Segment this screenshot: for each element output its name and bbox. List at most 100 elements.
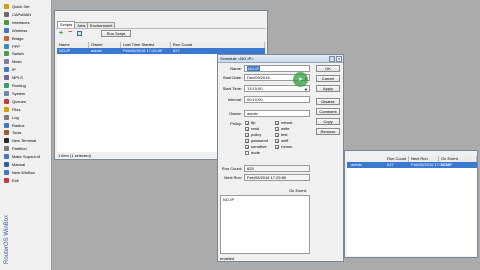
sidebar-item-label: New Terminal bbox=[12, 138, 37, 144]
cancel-button[interactable]: Cancel bbox=[316, 75, 340, 82]
sidebar-item-label: CAPsMAN bbox=[12, 11, 32, 17]
sidebar-item-queues[interactable]: Queues bbox=[0, 98, 52, 105]
sidebar-item-ppp[interactable]: PPP bbox=[0, 43, 52, 50]
routing-icon bbox=[4, 83, 9, 88]
winbox-brand-logo: RouterOS WinBox bbox=[2, 138, 10, 266]
sidebar-item-label: MPLS bbox=[12, 75, 23, 81]
wireless-icon bbox=[4, 27, 9, 33]
ip-icon bbox=[4, 67, 9, 73]
interval-label: Interval: bbox=[227, 97, 242, 102]
policy-read-checkbox[interactable]: ✓ read bbox=[245, 126, 259, 131]
close-icon[interactable]: × bbox=[336, 56, 342, 62]
next-run-field: Feb/05/2016 17:25:50 bbox=[244, 174, 310, 181]
policy-dude-checkbox[interactable]: dude bbox=[245, 150, 260, 155]
sidebar-item-routing[interactable]: Routing bbox=[0, 82, 52, 89]
name-value: NO-IP bbox=[247, 66, 261, 71]
policy-write-checkbox[interactable]: ✓ write bbox=[275, 126, 289, 131]
policy-romon-checkbox[interactable]: ✓ romon bbox=[275, 144, 292, 149]
ppp-icon bbox=[4, 43, 9, 49]
brand-text: RouterOS WinBox bbox=[4, 215, 10, 264]
policy-ftp-checkbox[interactable]: ✓ ftp bbox=[245, 120, 255, 125]
start-time-label: Start Time: bbox=[222, 86, 242, 91]
sidebar-item-label: Make Supout.rif bbox=[12, 154, 41, 160]
sidebar-item-label: Log bbox=[12, 114, 19, 120]
mouse-cursor-icon: ➤ bbox=[298, 77, 304, 83]
sidebar-item-label: Mesh bbox=[12, 59, 22, 65]
time-dropdown-icon[interactable]: ▼ bbox=[304, 87, 308, 92]
filter-icon[interactable] bbox=[77, 31, 82, 36]
sidebar-item-capsman[interactable]: CAPsMAN bbox=[0, 11, 52, 18]
sidebar-item-bridge[interactable]: Bridge bbox=[0, 35, 52, 42]
sidebar-item-label: Queues bbox=[12, 98, 27, 104]
sidebar-item-quick-set[interactable]: Quick Set bbox=[0, 3, 52, 10]
sidebar-item-label: Tools bbox=[12, 130, 22, 136]
name-field[interactable]: NO-IP bbox=[244, 65, 310, 72]
queues-icon bbox=[4, 98, 9, 104]
status-text: enabled bbox=[220, 256, 235, 261]
system-icon bbox=[4, 90, 9, 96]
remove-icon[interactable]: − bbox=[68, 29, 75, 37]
sidebar-item-label: System bbox=[12, 90, 26, 96]
start-date-label: Start Date: bbox=[222, 75, 242, 80]
sidebar-item-label: Partition bbox=[12, 146, 27, 152]
comment-button[interactable]: Comment bbox=[316, 108, 340, 115]
apply-button[interactable]: Apply bbox=[316, 85, 340, 92]
dialog-title: Schedule <NO-IP> bbox=[220, 56, 254, 61]
sidebar-item-files[interactable]: Files bbox=[0, 106, 52, 113]
disable-button[interactable]: Disable bbox=[316, 98, 340, 105]
policy-reboot-checkbox[interactable]: ✓ reboot bbox=[275, 120, 292, 125]
sidebar-item-tools[interactable]: Tools bbox=[0, 129, 52, 136]
policy-label: Policy: bbox=[230, 121, 242, 126]
sidebar-item-label: Wireless bbox=[12, 27, 28, 33]
ok-button[interactable]: OK bbox=[316, 65, 340, 72]
log-icon bbox=[4, 114, 9, 120]
sidebar-item-radius[interactable]: Radius bbox=[0, 122, 52, 129]
mesh-icon bbox=[4, 59, 9, 65]
sidebar-item-label: Interfaces bbox=[12, 19, 30, 25]
maximize-icon[interactable]: □ bbox=[329, 56, 335, 62]
owner-label: Owner: bbox=[229, 111, 242, 116]
interfaces-icon bbox=[4, 19, 9, 25]
policy-password-checkbox[interactable]: ✓ password bbox=[245, 138, 268, 143]
sidebar-item-log[interactable]: Log bbox=[0, 114, 52, 121]
tools-icon bbox=[4, 130, 9, 136]
next-run-label: Next Run: bbox=[224, 175, 242, 180]
sidebar-item-label: Switch bbox=[12, 51, 24, 57]
policy-sniff-checkbox[interactable]: ✓ sniff bbox=[275, 138, 288, 143]
sidebar-item-switch[interactable]: Switch bbox=[0, 50, 52, 57]
owner-field[interactable]: admin bbox=[244, 110, 310, 117]
sidebar-item-interfaces[interactable]: Interfaces bbox=[0, 19, 52, 26]
add-icon[interactable]: + bbox=[59, 30, 66, 37]
sidebar-item-label: New WinBox bbox=[12, 169, 35, 175]
script-list-window: Run Count Next Run On Event admin 627 Fe… bbox=[344, 150, 478, 258]
capsman-icon bbox=[4, 11, 9, 17]
sidebar-item-mpls[interactable]: MPLS bbox=[0, 74, 52, 81]
sidebar-item-label: Routing bbox=[12, 83, 26, 88]
sidebar-item-ip[interactable]: IP bbox=[0, 66, 52, 73]
sidebar-item-label: PPP bbox=[12, 43, 21, 49]
dialog-titlebar[interactable]: Schedule <NO-IP> □ × bbox=[218, 55, 343, 63]
mpls-icon bbox=[4, 75, 9, 81]
policy-policy-checkbox[interactable]: ✓ policy bbox=[245, 132, 261, 137]
radius-icon bbox=[4, 122, 9, 128]
run-script-button[interactable]: Run Script bbox=[101, 30, 131, 37]
sidebar-item-mesh[interactable]: Mesh bbox=[0, 58, 52, 65]
sidebar-item-wireless[interactable]: Wireless bbox=[0, 27, 52, 34]
sidebar-item-label: Files bbox=[12, 106, 21, 112]
on-event-textarea[interactable]: NO-IP bbox=[220, 195, 310, 254]
policy-sensitive-checkbox[interactable]: ✓ sensitive bbox=[245, 144, 267, 149]
run-count-field: 625 bbox=[244, 165, 310, 172]
name-label: Name: bbox=[230, 66, 242, 71]
tab-scripts[interactable]: Scripts bbox=[57, 21, 76, 28]
quick-set-icon bbox=[4, 4, 9, 9]
sidebar-item-label: IP bbox=[12, 67, 16, 73]
schedule-dialog: Schedule <NO-IP> □ × Name: NO-IP Start D… bbox=[217, 54, 344, 262]
interval-field[interactable]: 00:10:00 bbox=[244, 96, 310, 103]
files-icon bbox=[4, 106, 9, 112]
sidebar-item-label: Manual bbox=[12, 162, 26, 167]
policy-test-checkbox[interactable]: ✓ test bbox=[275, 132, 287, 137]
remove-button[interactable]: Remove bbox=[316, 128, 340, 135]
sidebar-item-system[interactable]: System bbox=[0, 90, 52, 97]
on-event-label: On Event: bbox=[289, 188, 307, 193]
copy-button[interactable]: Copy bbox=[316, 118, 340, 125]
